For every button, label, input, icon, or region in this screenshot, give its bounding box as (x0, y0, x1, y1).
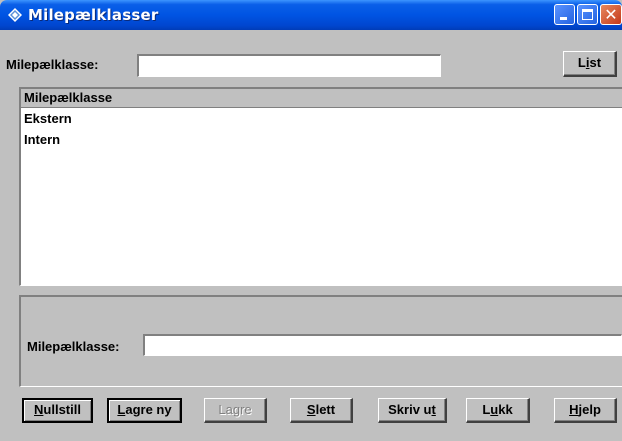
column-header-milepaelklasse[interactable]: Milepælklasse (21, 89, 622, 108)
list-item[interactable]: Ekstern (24, 111, 72, 126)
list-button[interactable]: List (563, 51, 617, 77)
slett-button[interactable]: Slett (290, 398, 353, 423)
search-label: Milepælklasse: (6, 57, 99, 72)
maximize-button[interactable] (577, 4, 598, 25)
lagre-ny-button[interactable]: Lagre ny (107, 398, 182, 423)
list-item[interactable]: Intern (24, 132, 60, 147)
milestone-classes-window: Milepælklasser ✕ Milepælklasse: List Mil… (0, 0, 622, 441)
lukk-button[interactable]: Lukk (466, 398, 530, 423)
close-button[interactable]: ✕ (600, 4, 622, 25)
app-icon (8, 8, 22, 22)
close-icon: ✕ (604, 5, 618, 24)
search-input[interactable] (137, 54, 441, 77)
edit-label: Milepælklasse: (27, 339, 120, 354)
milestone-class-list[interactable]: Milepælklasse Ekstern Intern (19, 87, 622, 286)
skriv-ut-button[interactable]: Skriv ut (378, 398, 447, 423)
maximize-icon (582, 9, 593, 20)
window-title: Milepælklasser (28, 6, 159, 24)
minimize-button[interactable] (554, 4, 575, 25)
minimize-icon (560, 17, 567, 20)
lagre-button[interactable]: Lagre (204, 398, 267, 423)
nullstill-button[interactable]: Nullstill (22, 398, 93, 423)
milestone-class-field[interactable] (143, 334, 622, 356)
title-bar[interactable]: Milepælklasser ✕ (0, 0, 622, 30)
hjelp-button[interactable]: Hjelp (554, 398, 617, 423)
